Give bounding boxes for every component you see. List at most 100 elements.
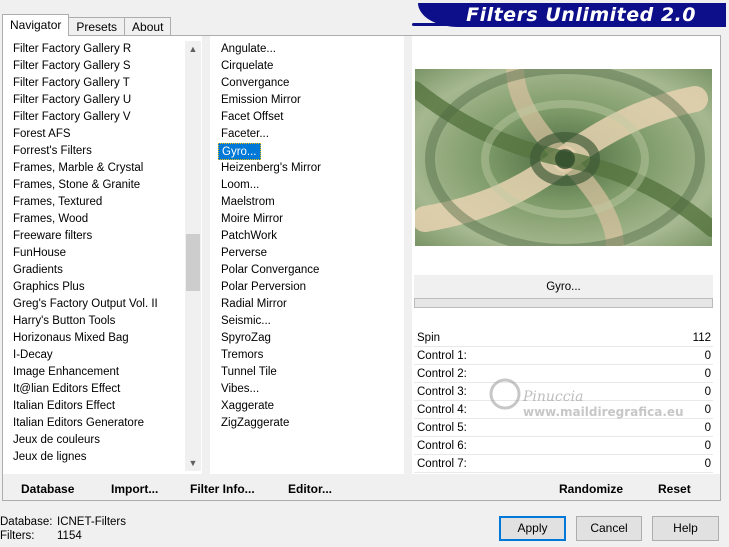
filter-item[interactable]: PatchWork	[218, 228, 403, 245]
filter-item[interactable]: Polar Perversion	[218, 279, 403, 296]
filter-item[interactable]: Xaggerate	[218, 398, 403, 415]
filter-item[interactable]: Tremors	[218, 347, 403, 364]
param-label: Control 7:	[417, 458, 467, 470]
param-value: 0	[704, 440, 711, 452]
scroll-down-icon[interactable]: ▼	[185, 455, 201, 471]
category-item[interactable]: Italian Editors Effect	[10, 398, 200, 415]
category-item[interactable]: Frames, Stone & Granite	[10, 177, 200, 194]
filter-item[interactable]: Moire Mirror	[218, 211, 403, 228]
category-item[interactable]: Frames, Textured	[10, 194, 200, 211]
reset-button[interactable]: Reset	[658, 481, 691, 497]
param-value: 0	[704, 368, 711, 380]
category-item[interactable]: Freeware filters	[10, 228, 200, 245]
filter-item[interactable]: ZigZaggerate	[218, 415, 403, 432]
category-item[interactable]: Forest AFS	[10, 126, 200, 143]
app-banner: Filters Unlimited 2.0	[412, 3, 726, 27]
category-item[interactable]: Filter Factory Gallery V	[10, 109, 200, 126]
param-slider[interactable]: Control 7: 0	[414, 455, 713, 473]
database-label: Database:	[0, 516, 53, 528]
category-item[interactable]: Gradients	[10, 262, 200, 279]
filter-item[interactable]: Heizenberg's Mirror	[218, 160, 403, 177]
filter-list[interactable]: Angulate... Cirquelate Convergance Emission…	[218, 41, 403, 472]
param-slider[interactable]: Spin 112	[414, 329, 713, 347]
param-label: Control 1:	[417, 350, 467, 362]
category-item[interactable]: Filter Factory Gallery R	[10, 41, 200, 58]
param-slider[interactable]: Control 3: 0	[414, 383, 713, 401]
editor-button[interactable]: Editor...	[288, 481, 332, 497]
category-item[interactable]: Filter Factory Gallery T	[10, 75, 200, 92]
filter-item[interactable]: Faceter...	[218, 126, 403, 143]
category-item[interactable]: Horizonaus Mixed Bag	[10, 330, 200, 347]
param-value: 0	[704, 404, 711, 416]
category-item[interactable]: Filter Factory Gallery S	[10, 58, 200, 75]
tab-strip: Navigator Presets About	[2, 14, 172, 36]
filter-item[interactable]: Radial Mirror	[218, 296, 403, 313]
category-item[interactable]: Greg's Factory Output Vol. II	[10, 296, 200, 313]
param-slider[interactable]: Control 1: 0	[414, 347, 713, 365]
param-label: Control 3:	[417, 386, 467, 398]
filter-item[interactable]: Loom...	[218, 177, 403, 194]
category-item[interactable]: Harry's Button Tools	[10, 313, 200, 330]
filters-count: 1154	[57, 530, 82, 542]
filter-item[interactable]: Vibes...	[218, 381, 403, 398]
apply-button[interactable]: Apply	[499, 516, 566, 541]
navigator-panel: Filter Factory Gallery R Filter Factory G…	[2, 35, 721, 501]
category-item[interactable]: Italian Editors Generatore	[10, 415, 200, 432]
param-slider[interactable]: Control 6: 0	[414, 437, 713, 455]
filter-item[interactable]: Cirquelate	[218, 58, 403, 75]
column-divider	[404, 36, 412, 474]
progress-bar	[414, 298, 713, 308]
category-list[interactable]: Filter Factory Gallery R Filter Factory G…	[10, 41, 200, 472]
param-value: 0	[704, 386, 711, 398]
param-slider[interactable]: Control 4: 0	[414, 401, 713, 419]
filter-item[interactable]: SpyroZag	[218, 330, 403, 347]
scroll-thumb[interactable]	[186, 234, 200, 291]
param-value: 0	[704, 350, 711, 362]
filter-item[interactable]: Maelstrom	[218, 194, 403, 211]
randomize-button[interactable]: Randomize	[559, 481, 623, 497]
category-item[interactable]: I-Decay	[10, 347, 200, 364]
import-button[interactable]: Import...	[111, 481, 158, 497]
preview-image	[415, 69, 712, 246]
filter-item[interactable]: Facet Offset	[218, 109, 403, 126]
tab-presets[interactable]: Presets	[68, 17, 126, 36]
database-value: ICNET-Filters	[57, 516, 126, 528]
param-label: Control 5:	[417, 422, 467, 434]
category-item[interactable]: Forrest's Filters	[10, 143, 200, 160]
filter-item[interactable]: Seismic...	[218, 313, 403, 330]
tab-about[interactable]: About	[124, 17, 172, 36]
param-label: Spin	[417, 332, 441, 344]
filter-item[interactable]: Perverse	[218, 245, 403, 262]
filter-item[interactable]: Tunnel Tile	[218, 364, 403, 381]
param-label: Control 4:	[417, 404, 467, 416]
category-item[interactable]: Graphics Plus	[10, 279, 200, 296]
filter-item[interactable]: Gyro...	[218, 143, 261, 160]
column-divider	[202, 36, 210, 474]
filter-info-button[interactable]: Filter Info...	[190, 481, 255, 497]
filter-item[interactable]: Convergance	[218, 75, 403, 92]
help-button[interactable]: Help	[652, 516, 719, 541]
filter-item[interactable]: Angulate...	[218, 41, 403, 58]
param-value: 112	[692, 332, 711, 344]
cancel-button[interactable]: Cancel	[576, 516, 642, 541]
param-label: Control 6:	[417, 440, 467, 452]
tab-navigator[interactable]: Navigator	[2, 14, 70, 36]
category-item[interactable]: It@lian Editors Effect	[10, 381, 200, 398]
database-info: Database: ICNET-Filters Filters: 1154	[0, 515, 126, 543]
category-item[interactable]: Image Enhancement	[10, 364, 200, 381]
category-item[interactable]: Filter Factory Gallery U	[10, 92, 200, 109]
category-item[interactable]: Jeux de couleurs	[10, 432, 200, 449]
category-item[interactable]: Frames, Wood	[10, 211, 200, 228]
category-item[interactable]: Jeux de lignes	[10, 449, 200, 466]
category-item[interactable]: Frames, Marble & Crystal	[10, 160, 200, 177]
param-slider[interactable]: Control 2: 0	[414, 365, 713, 383]
filter-item[interactable]: Polar Convergance	[218, 262, 403, 279]
database-button[interactable]: Database	[21, 481, 74, 497]
scroll-up-icon[interactable]: ▲	[185, 41, 201, 57]
filter-item[interactable]: Emission Mirror	[218, 92, 403, 109]
category-item[interactable]: FunHouse	[10, 245, 200, 262]
param-slider[interactable]: Control 5: 0	[414, 419, 713, 437]
param-value: 0	[704, 422, 711, 434]
param-label: Control 2:	[417, 368, 467, 380]
category-scrollbar[interactable]: ▲ ▼	[185, 41, 201, 471]
